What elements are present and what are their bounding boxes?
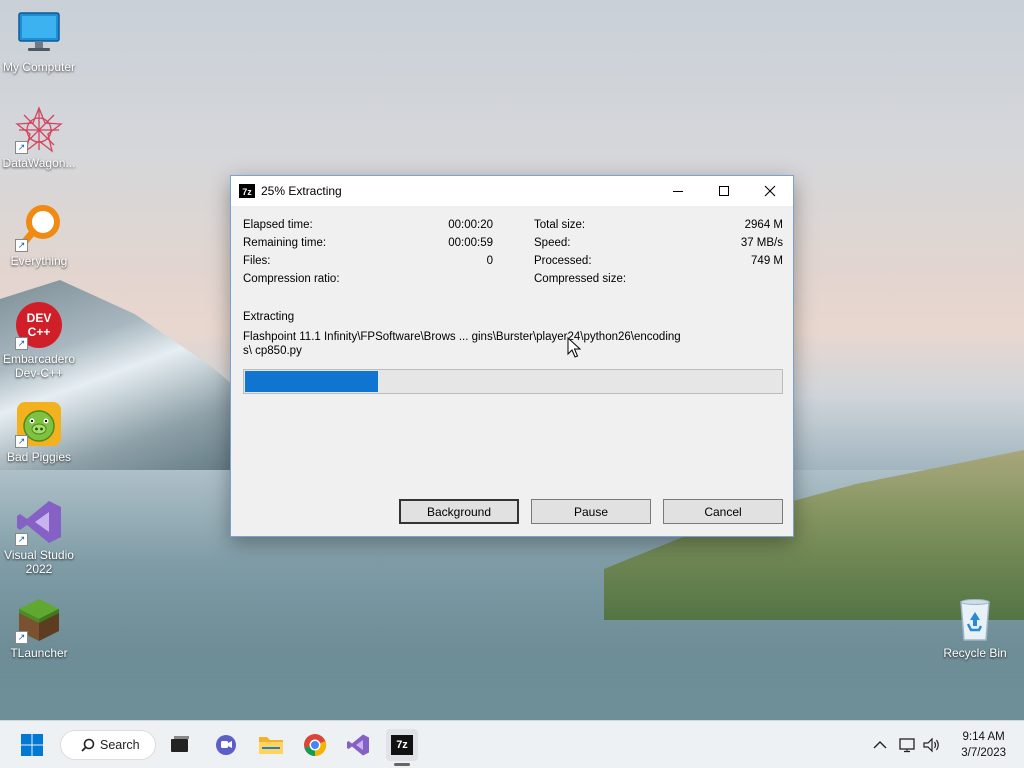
folder-icon xyxy=(259,737,283,754)
teams-chat-button[interactable] xyxy=(210,729,242,761)
stat-compression-ratio: Compression ratio: xyxy=(243,270,493,288)
stat-value: 0 xyxy=(486,255,493,267)
stat-files: Files: 0 xyxy=(243,252,493,270)
7zip-app-icon: 7z xyxy=(239,184,255,198)
visual-studio-icon: ↗ xyxy=(15,498,63,546)
right-stats: Total size: 2964 M Speed: 37 MB/s Proces… xyxy=(534,216,783,288)
pig-icon: ↗ xyxy=(15,400,63,448)
stat-remaining-time: Remaining time: 00:00:59 xyxy=(243,234,493,252)
devcpp-icon: DEV C++ ↗ xyxy=(15,302,63,350)
stat-value: 00:00:20 xyxy=(448,219,493,231)
left-stats: Elapsed time: 00:00:20 Remaining time: 0… xyxy=(243,216,493,288)
monitor-icon xyxy=(15,10,63,58)
chat-icon xyxy=(216,735,236,755)
active-app-indicator xyxy=(394,763,410,766)
stat-processed: Processed: 749 M xyxy=(534,252,783,270)
cancel-button[interactable]: Cancel xyxy=(663,499,783,524)
desktop-icon-devcpp[interactable]: DEV C++ ↗ Embarcadero Dev-C++ xyxy=(0,302,78,380)
desktop-icon-label: My Computer xyxy=(2,60,76,74)
window-title: 25% Extracting xyxy=(261,184,342,198)
close-icon xyxy=(764,185,776,197)
7zip-taskbar-button[interactable]: 7z xyxy=(386,729,418,761)
mouse-cursor-icon xyxy=(567,337,581,358)
chevron-up-icon xyxy=(873,741,887,749)
visual-studio-taskbar-button[interactable] xyxy=(342,729,374,761)
chrome-icon xyxy=(304,734,327,757)
stat-total-size: Total size: 2964 M xyxy=(534,216,783,234)
close-button[interactable] xyxy=(747,176,793,206)
magnifier-icon: ↗ xyxy=(15,204,63,252)
stat-label: Remaining time: xyxy=(243,237,327,249)
search-label: Search xyxy=(100,738,140,752)
minimize-button[interactable] xyxy=(655,176,701,206)
maximize-icon xyxy=(719,186,729,196)
stat-compressed-size: Compressed size: xyxy=(534,270,783,288)
progress-bar xyxy=(243,369,783,394)
desktop-icon-visual-studio[interactable]: ↗ Visual Studio 2022 xyxy=(0,498,78,576)
stat-label: Elapsed time: xyxy=(243,219,313,231)
network-icon xyxy=(899,738,915,753)
grass-block-icon: ↗ xyxy=(15,596,63,644)
stat-elapsed-time: Elapsed time: 00:00:20 xyxy=(243,216,493,234)
stat-value: 00:00:59 xyxy=(448,237,493,249)
extract-progress-window[interactable]: 7z 25% Extracting Elapsed time: 00:00:20… xyxy=(230,175,794,537)
clock-date: 3/7/2023 xyxy=(961,747,1006,759)
search-icon xyxy=(81,738,95,752)
shortcut-arrow-icon: ↗ xyxy=(15,141,28,154)
system-clock[interactable]: 9:14 AM 3/7/2023 xyxy=(961,729,1006,761)
stat-speed: Speed: 37 MB/s xyxy=(534,234,783,252)
desktop-icon-tlauncher[interactable]: ↗ TLauncher xyxy=(0,596,78,660)
taskbar: Search 7z 9:14 AM 3/7/2023 xyxy=(0,720,1024,768)
desktop-icon-label: Embarcadero Dev-C++ xyxy=(2,352,76,380)
visual-studio-icon xyxy=(347,734,369,756)
desktop-icon-bad-piggies[interactable]: ↗ Bad Piggies xyxy=(0,400,78,464)
desktop-icon-label: Bad Piggies xyxy=(6,450,72,464)
shortcut-arrow-icon: ↗ xyxy=(15,631,28,644)
desktop-icon-recycle-bin[interactable]: Recycle Bin xyxy=(936,596,1014,660)
progress-fill xyxy=(245,371,378,392)
shortcut-arrow-icon: ↗ xyxy=(15,337,28,350)
stat-value: 37 MB/s xyxy=(740,237,783,249)
desktop-icon-label: Recycle Bin xyxy=(943,646,1007,660)
desktop-icon-datawagon[interactable]: ↗ DataWagon... xyxy=(0,106,78,170)
stat-label: Total size: xyxy=(534,219,586,231)
background-button[interactable]: Background xyxy=(399,499,519,524)
desktop-icon-label: DataWagon... xyxy=(2,156,76,170)
task-view-button[interactable] xyxy=(164,729,196,761)
speaker-icon xyxy=(923,737,939,753)
shortcut-arrow-icon: ↗ xyxy=(15,239,28,252)
start-button[interactable] xyxy=(16,729,48,761)
7zip-app-icon: 7z xyxy=(391,735,413,755)
stat-label: Files: xyxy=(243,255,271,267)
title-bar[interactable]: 7z 25% Extracting xyxy=(231,176,793,206)
stat-label: Processed: xyxy=(534,255,592,267)
minimize-icon xyxy=(673,191,683,192)
stat-value: 749 M xyxy=(751,255,783,267)
desktop-icon-label: Everything xyxy=(10,254,68,268)
windows-logo-icon xyxy=(21,734,43,756)
maximize-button[interactable] xyxy=(701,176,747,206)
shortcut-arrow-icon: ↗ xyxy=(15,435,28,448)
stat-label: Compressed size: xyxy=(534,273,627,285)
shortcut-arrow-icon: ↗ xyxy=(15,533,28,546)
desktop-icon-everything[interactable]: ↗ Everything xyxy=(0,204,78,268)
pause-button[interactable]: Pause xyxy=(531,499,651,524)
stat-value: 2964 M xyxy=(744,219,783,231)
recycle-bin-icon xyxy=(951,596,999,644)
clock-time: 9:14 AM xyxy=(962,731,1005,743)
volume-button[interactable] xyxy=(916,729,948,761)
desktop-icon-label: TLauncher xyxy=(10,646,68,660)
stat-label: Speed: xyxy=(534,237,571,249)
stat-label: Compression ratio: xyxy=(243,273,340,285)
current-file-path: Flashpoint 11.1 Infinity\FPSoftware\Brow… xyxy=(243,331,681,357)
taskbar-search[interactable]: Search xyxy=(60,730,156,760)
extracting-label: Extracting xyxy=(243,311,295,323)
desktop-icon-my-computer[interactable]: My Computer xyxy=(0,10,78,74)
file-explorer-button[interactable] xyxy=(255,729,287,761)
task-view-icon xyxy=(171,736,189,752)
chrome-button[interactable] xyxy=(299,729,331,761)
desktop-icon-label: Visual Studio 2022 xyxy=(4,548,74,576)
star-web-icon: ↗ xyxy=(15,106,63,154)
